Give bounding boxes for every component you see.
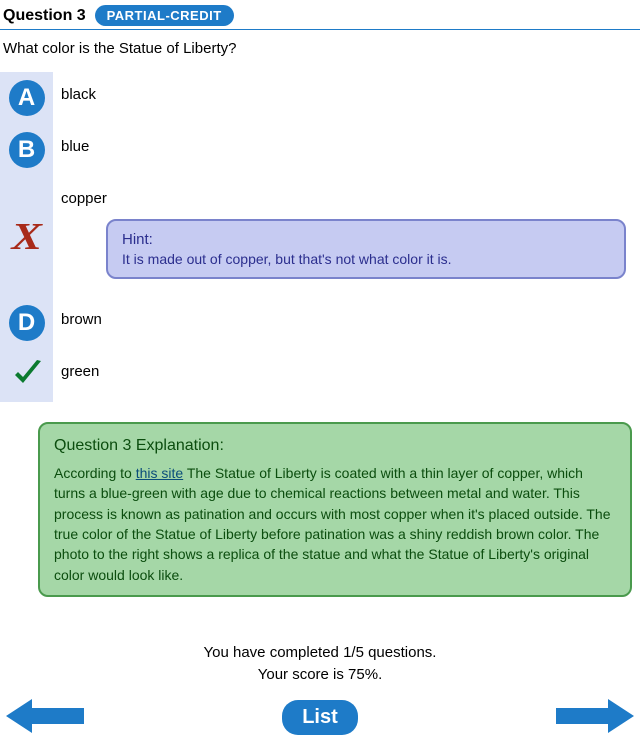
option-label: brown <box>61 309 632 328</box>
option-content: black <box>53 72 640 115</box>
list-button[interactable]: List <box>282 700 358 735</box>
option-label: black <box>61 84 632 103</box>
letter-icon: D <box>9 305 45 341</box>
option-label: copper <box>61 188 632 207</box>
option-c[interactable]: X copper Hint: It is made out of copper,… <box>0 176 640 297</box>
option-marker: X <box>0 176 53 297</box>
completed-text: You have completed 1/5 questions. <box>0 642 640 665</box>
option-label: green <box>61 361 632 380</box>
option-marker: D <box>0 297 53 349</box>
option-content: green <box>53 349 640 392</box>
option-a[interactable]: A black <box>0 72 640 124</box>
nav-row: List <box>0 687 640 744</box>
credit-badge: PARTIAL-CREDIT <box>95 5 234 26</box>
next-arrow-icon[interactable] <box>556 699 634 736</box>
explanation-text: The Statue of Liberty is coated with a t… <box>54 465 611 582</box>
option-label: blue <box>61 136 632 155</box>
explanation-prefix: According to <box>54 465 136 481</box>
letter-icon: A <box>9 80 45 116</box>
option-marker <box>0 349 53 402</box>
explanation-link[interactable]: this site <box>136 465 183 481</box>
option-e[interactable]: green <box>0 349 640 402</box>
option-content: copper Hint: It is made out of copper, b… <box>53 176 640 297</box>
option-d[interactable]: D brown <box>0 297 640 349</box>
option-b[interactable]: B blue <box>0 124 640 176</box>
option-marker: A <box>0 72 53 124</box>
option-marker: B <box>0 124 53 176</box>
hint-title: Hint: <box>122 231 610 248</box>
explanation-body: According to this site The Statue of Lib… <box>54 463 616 585</box>
correct-icon <box>11 357 43 394</box>
explanation-title: Question 3 Explanation: <box>54 434 616 457</box>
explanation-box: Question 3 Explanation: According to thi… <box>38 422 632 597</box>
prev-arrow-icon[interactable] <box>6 699 84 736</box>
question-header: Question 3 PARTIAL-CREDIT <box>0 0 640 30</box>
option-content: brown <box>53 297 640 340</box>
option-content: blue <box>53 124 640 167</box>
hint-box: Hint: It is made out of copper, but that… <box>106 219 626 279</box>
question-number: Question 3 <box>3 7 86 24</box>
letter-icon: B <box>9 132 45 168</box>
wrong-icon: X <box>11 218 41 256</box>
options-list: A black B blue X copper Hint: It is made… <box>0 72 640 402</box>
score-text: Your score is 75%. <box>0 664 640 687</box>
question-text: What color is the Statue of Liberty? <box>0 30 640 72</box>
footer-status: You have completed 1/5 questions. Your s… <box>0 642 640 687</box>
hint-text: It is made out of copper, but that's not… <box>122 251 610 267</box>
